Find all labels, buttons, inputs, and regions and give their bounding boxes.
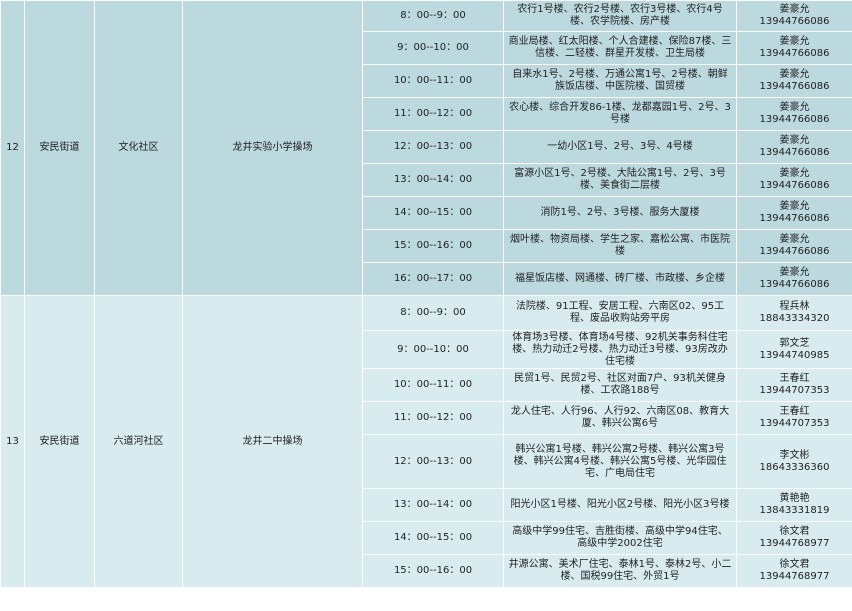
contact-name: 姜豪允 — [779, 201, 810, 212]
contact-cell: 王春红 13944707353 — [736, 401, 852, 435]
table-row: 13 安民街道 六道河社区 龙井二中操场 8：00--9：00 法院楼、91工程、安居工程… — [0, 295, 852, 588]
buildings-cell: 韩兴公寓1号楼、韩兴公寓2号楼、韩兴公寓3号楼、韩兴公寓4号楼、韩兴公寓5号楼、… — [503, 434, 737, 489]
contact-name: 姜豪允 — [779, 168, 810, 179]
street-cell: 安民街道 — [24, 295, 95, 588]
time-slot-cell: 14：00--15：00 — [362, 521, 504, 555]
buildings-cell: 商业局楼、红太阳楼、个人合建楼、保险87楼、三信楼、二轻楼、群星开发楼、卫生局楼 — [503, 31, 737, 65]
buildings-cell: 富源小区1号、2号楼、大陆公寓1号、2号、3号楼、美食街二层楼 — [503, 163, 737, 197]
street-cell: 安民街道 — [24, 0, 95, 296]
contact-cell: 王春红 13944707353 — [736, 368, 852, 402]
contact-phone: 13944766086 — [759, 180, 830, 191]
schedule-table: 12 安民街道 文化社区 龙井实验小学操场 8：00--9：00 农行1号楼、农行2号楼、… — [0, 0, 852, 588]
time-slot-cell: 15：00--16：00 — [362, 554, 504, 588]
contact-name: 徐文君 — [779, 526, 810, 537]
buildings-cell: 烟叶楼、物资局楼、学生之家、嘉松公寓、市医院楼 — [503, 229, 737, 263]
contact-name: 姜豪允 — [779, 267, 810, 278]
buildings-cell: 消防1号、2号、3号楼、服务大厦楼 — [503, 196, 737, 230]
contact-phone: 13944766086 — [759, 48, 830, 59]
contact-name: 郭文芝 — [779, 337, 810, 349]
buildings-cell: 自来水1号、2号楼、万通公寓1号、2号楼、朝鲜族饭店楼、中医院楼、国贸楼 — [503, 64, 737, 98]
contact-name: 李文彬 — [779, 449, 810, 461]
buildings-cell: 农行1号楼、农行2号楼、农行3号楼、农行4号楼、农学院楼、房产楼 — [503, 0, 737, 32]
contact-cell: 徐文君 13944768977 — [736, 521, 852, 555]
buildings-cell: 农心楼、综合开发86-1楼、龙都嘉园1号、2号、3号楼 — [503, 97, 737, 131]
time-slot-cell: 15：00--16：00 — [362, 229, 504, 263]
buildings-cell: 井源公寓、美术厂住宅、泰林1号、泰林2号、小二楼、国税99住宅、外贸1号 — [503, 554, 737, 588]
contact-name: 姜豪允 — [779, 102, 810, 113]
contact-cell: 姜豪允 13944766086 — [736, 0, 852, 32]
contact-name: 姜豪允 — [779, 234, 810, 245]
contact-cell: 郭文芝 13944740985 — [736, 330, 852, 369]
contact-name: 徐文君 — [779, 559, 810, 570]
contact-name: 黄艳艳 — [779, 493, 810, 504]
contact-phone: 13944707353 — [759, 385, 830, 396]
site-cell: 龙井实验小学操场 — [182, 0, 363, 296]
contact-name: 姜豪允 — [779, 135, 810, 146]
time-slot-cell: 13：00--14：00 — [362, 163, 504, 197]
contact-cell: 黄艳艳 13843331819 — [736, 488, 852, 522]
buildings-cell: 民贸1号、民贸2号、社区对面7户、93机关健身楼、工农路188号 — [503, 368, 737, 402]
contact-phone: 13944766086 — [759, 213, 830, 224]
buildings-cell: 一幼小区1号、2号、3号、4号楼 — [503, 130, 737, 164]
contact-phone: 13944740985 — [759, 349, 830, 361]
contact-phone: 13944766086 — [759, 114, 830, 125]
contact-cell: 姜豪允 13944766086 — [736, 163, 852, 197]
contact-name: 姜豪允 — [779, 69, 810, 80]
contact-name: 王春红 — [779, 373, 810, 384]
contact-phone: 13944766086 — [759, 16, 830, 27]
contact-cell: 姜豪允 13944766086 — [736, 31, 852, 65]
time-slot-cell: 11：00--12：00 — [362, 401, 504, 435]
contact-name: 姜豪允 — [779, 36, 810, 47]
row-number: 12 — [0, 0, 25, 296]
time-slot-cell: 10：00--11：00 — [362, 368, 504, 402]
time-slot-cell: 12：00--13：00 — [362, 434, 504, 489]
time-slot-cell: 9：00--10：00 — [362, 330, 504, 369]
time-slot-cell: 16：00--17：00 — [362, 262, 504, 296]
buildings-cell: 高级中学99住宅、吉胜街楼、高级中学94住宅、高级中学2002住宅 — [503, 521, 737, 555]
contact-phone: 13944768977 — [759, 538, 830, 549]
contact-phone: 18643336360 — [759, 461, 830, 473]
time-slot-cell: 8：00--9：00 — [362, 0, 504, 32]
contact-name: 姜豪允 — [779, 4, 810, 15]
time-slot-cell: 10：00--11：00 — [362, 64, 504, 98]
time-slot-cell: 9：00--10：00 — [362, 31, 504, 65]
time-slot-cell: 8：00--9：00 — [362, 295, 504, 331]
table-row: 12 安民街道 文化社区 龙井实验小学操场 8：00--9：00 农行1号楼、农行2号楼、… — [0, 0, 852, 296]
contact-phone: 13944707353 — [759, 418, 830, 429]
contact-phone: 13843331819 — [759, 505, 830, 516]
time-slot-cell: 13：00--14：00 — [362, 488, 504, 522]
time-slot-cell: 12：00--13：00 — [362, 130, 504, 164]
buildings-cell: 法院楼、91工程、安居工程、六南区02、95工程、废品收购站旁平房 — [503, 295, 737, 331]
contact-cell: 姜豪允 13944766086 — [736, 229, 852, 263]
contact-phone: 13944766086 — [759, 246, 830, 257]
contact-phone: 13944766086 — [759, 81, 830, 92]
contact-phone: 13944766086 — [759, 147, 830, 158]
contact-cell: 姜豪允 13944766086 — [736, 196, 852, 230]
contact-cell: 姜豪允 13944766086 — [736, 262, 852, 296]
contact-phone: 13944766086 — [759, 279, 830, 290]
buildings-cell: 龙人住宅、人行96、人行92、六南区08、教育大厦、韩兴公寓6号 — [503, 401, 737, 435]
community-cell: 六道河社区 — [94, 295, 183, 588]
contact-phone: 18843334320 — [759, 313, 830, 324]
buildings-cell: 体育场3号楼、体育场4号楼、92机关事务科住宅楼、热力动迁2号楼、热力动迁3号楼… — [503, 330, 737, 369]
contact-cell: 姜豪允 13944766086 — [736, 97, 852, 131]
contact-phone: 13944768977 — [759, 571, 830, 582]
contact-name: 程兵林 — [779, 301, 810, 312]
contact-cell: 李文彬 18643336360 — [736, 434, 852, 489]
time-slot-cell: 14：00--15：00 — [362, 196, 504, 230]
contact-cell: 姜豪允 13944766086 — [736, 130, 852, 164]
row-number: 13 — [0, 295, 25, 588]
community-cell: 文化社区 — [94, 0, 183, 296]
buildings-cell: 阳光小区1号楼、阳光小区2号楼、阳光小区3号楼 — [503, 488, 737, 522]
buildings-cell: 福星饭店楼、网通楼、砖厂楼、市政楼、乡企楼 — [503, 262, 737, 296]
contact-name: 王春红 — [779, 406, 810, 417]
site-cell: 龙井二中操场 — [182, 295, 363, 588]
contact-cell: 姜豪允 13944766086 — [736, 64, 852, 98]
contact-cell: 程兵林 18843334320 — [736, 295, 852, 331]
contact-cell: 徐文君 13944768977 — [736, 554, 852, 588]
time-slot-cell: 11：00--12：00 — [362, 97, 504, 131]
